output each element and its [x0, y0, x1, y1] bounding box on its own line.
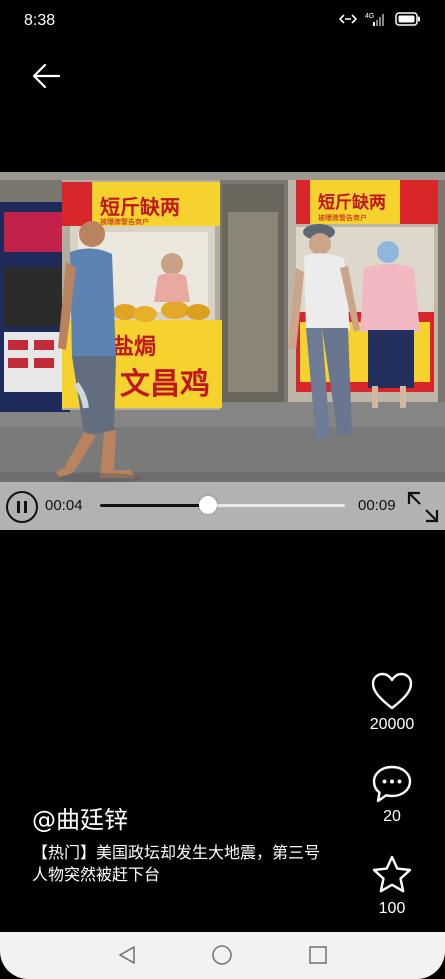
stall-sign-right-sub: 被曝脾警告商户 — [318, 213, 367, 222]
expand-icon — [407, 491, 439, 523]
triangle-back-icon — [119, 946, 135, 964]
fullscreen-button[interactable] — [406, 490, 440, 524]
data-transfer-icon — [339, 13, 357, 25]
pause-icon-bar — [24, 501, 27, 513]
arrow-left-icon — [32, 63, 61, 89]
like-count: 20000 — [369, 716, 415, 733]
nav-home-button[interactable] — [211, 944, 233, 970]
heart-icon — [371, 672, 413, 710]
back-button[interactable] — [28, 58, 64, 94]
nav-back-button[interactable] — [116, 944, 138, 970]
star-icon — [372, 855, 412, 893]
status-time: 8:38 — [24, 12, 56, 29]
stall-sign-left-a: 盐焗 — [112, 335, 156, 360]
progress-slider[interactable] — [100, 496, 345, 514]
network-label: 4G — [365, 13, 374, 20]
signal-icon: 4G — [365, 12, 387, 26]
current-time: 00:04 — [45, 497, 83, 514]
stall-sign-left-b: 文昌鸡 — [120, 367, 210, 402]
app-screen: 8:38 4G 短斤缺两 被曝脾警告商户 盐焗 文昌鸡 短斤缺两 被曝脾警告商户… — [0, 0, 445, 979]
nav-recent-button[interactable] — [307, 944, 329, 970]
pause-icon — [17, 501, 20, 513]
battery-icon — [395, 12, 421, 26]
comment-bubble-icon — [372, 765, 412, 803]
progress-fill — [100, 504, 208, 507]
status-bar: 8:38 4G — [0, 0, 445, 44]
stall-sign-right: 短斤缺两 — [318, 192, 386, 213]
stall-sign-left-sub: 被曝脾警告商户 — [100, 217, 149, 226]
comment-button[interactable]: 20 — [360, 764, 424, 826]
progress-thumb[interactable] — [198, 496, 217, 514]
author-name[interactable]: @曲廷锌 — [32, 800, 128, 835]
video-player[interactable]: 短斤缺两 被曝脾警告商户 盐焗 文昌鸡 短斤缺两 被曝脾警告商户 — [0, 172, 445, 530]
like-button[interactable]: 20000 — [360, 672, 424, 734]
post-caption: 【热门】美国政坛却发生大地震，第三号人物突然被赶下台 — [32, 843, 321, 884]
play-pause-button[interactable] — [6, 491, 38, 523]
status-icons: 4G — [339, 12, 421, 26]
total-time: 00:09 — [358, 497, 396, 514]
favorite-count: 100 — [378, 900, 406, 917]
comment-count: 20 — [383, 808, 401, 825]
stall-sign-left: 短斤缺两 — [100, 195, 180, 219]
video-frame: 短斤缺两 被曝脾警告商户 盐焗 文昌鸡 短斤缺两 被曝脾警告商户 — [0, 172, 445, 530]
square-recent-icon — [309, 946, 327, 964]
favorite-button[interactable]: 100 — [360, 854, 424, 918]
circle-home-icon — [212, 945, 232, 965]
